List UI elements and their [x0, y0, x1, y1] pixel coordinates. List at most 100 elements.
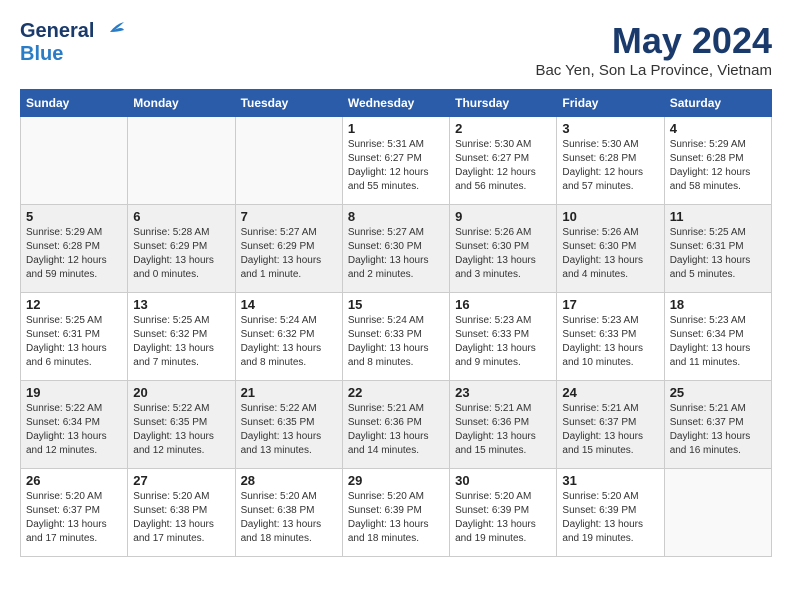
day-info: Sunrise: 5:26 AM Sunset: 6:30 PM Dayligh… [562, 226, 658, 282]
cell-week1-day2 [235, 117, 342, 205]
col-friday: Friday [557, 90, 664, 117]
cell-week2-day0: 5 Sunrise: 5:29 AM Sunset: 6:28 PM Daylig… [21, 205, 128, 293]
cell-week3-day0: 12 Sunrise: 5:25 AM Sunset: 6:31 PM Dayli… [21, 293, 128, 381]
day-number: 23 [455, 385, 551, 400]
cell-week4-day6: 25 Sunrise: 5:21 AM Sunset: 6:37 PM Dayli… [664, 381, 771, 469]
day-info: Sunrise: 5:22 AM Sunset: 6:35 PM Dayligh… [133, 402, 229, 458]
day-number: 16 [455, 297, 551, 312]
day-number: 8 [348, 209, 444, 224]
day-info: Sunrise: 5:21 AM Sunset: 6:37 PM Dayligh… [562, 402, 658, 458]
cell-week4-day3: 22Sunrise: 5:21 AM Sunset: 6:36 PM Dayli… [342, 381, 449, 469]
day-number: 5 [26, 209, 122, 224]
col-thursday: Thursday [450, 90, 557, 117]
day-info: Sunrise: 5:31 AM Sunset: 6:27 PM Dayligh… [348, 138, 444, 194]
day-number: 29 [348, 473, 444, 488]
cell-week5-day1: 27Sunrise: 5:20 AM Sunset: 6:38 PM Dayli… [128, 469, 235, 557]
day-info: Sunrise: 5:25 AM Sunset: 6:31 PM Dayligh… [26, 314, 122, 370]
cell-week2-day1: 6 Sunrise: 5:28 AM Sunset: 6:29 PM Daylig… [128, 205, 235, 293]
week-row-5: 26Sunrise: 5:20 AM Sunset: 6:37 PM Dayli… [21, 469, 772, 557]
day-info: Sunrise: 5:23 AM Sunset: 6:33 PM Dayligh… [455, 314, 551, 370]
col-monday: Monday [128, 90, 235, 117]
day-info: Sunrise: 5:20 AM Sunset: 6:39 PM Dayligh… [455, 490, 551, 546]
day-info: Sunrise: 5:21 AM Sunset: 6:36 PM Dayligh… [348, 402, 444, 458]
cell-week4-day4: 23 Sunrise: 5:21 AM Sunset: 6:36 PM Dayli… [450, 381, 557, 469]
cell-week4-day2: 21 Sunrise: 5:22 AM Sunset: 6:35 PM Dayli… [235, 381, 342, 469]
cell-week3-day3: 15 Sunrise: 5:24 AM Sunset: 6:33 PM Dayli… [342, 293, 449, 381]
cell-week1-day0 [21, 117, 128, 205]
day-number: 18 [670, 297, 766, 312]
cell-week3-day2: 14 Sunrise: 5:24 AM Sunset: 6:32 PM Dayli… [235, 293, 342, 381]
day-info: Sunrise: 5:20 AM Sunset: 6:38 PM Dayligh… [241, 490, 337, 546]
day-number: 31 [562, 473, 658, 488]
day-number: 26 [26, 473, 122, 488]
day-info: Sunrise: 5:24 AM Sunset: 6:32 PM Dayligh… [241, 314, 337, 370]
day-info: Sunrise: 5:22 AM Sunset: 6:35 PM Dayligh… [241, 402, 337, 458]
cell-week5-day3: 29 Sunrise: 5:20 AM Sunset: 6:39 PM Dayli… [342, 469, 449, 557]
week-row-2: 5 Sunrise: 5:29 AM Sunset: 6:28 PM Daylig… [21, 205, 772, 293]
cell-week1-day4: 2 Sunrise: 5:30 AM Sunset: 6:27 PM Daylig… [450, 117, 557, 205]
day-number: 11 [670, 209, 766, 224]
day-info: Sunrise: 5:20 AM Sunset: 6:39 PM Dayligh… [348, 490, 444, 546]
col-saturday: Saturday [664, 90, 771, 117]
day-number: 7 [241, 209, 337, 224]
day-info: Sunrise: 5:23 AM Sunset: 6:33 PM Dayligh… [562, 314, 658, 370]
cell-week1-day6: 4Sunrise: 5:29 AM Sunset: 6:28 PM Daylig… [664, 117, 771, 205]
day-number: 17 [562, 297, 658, 312]
day-info: Sunrise: 5:23 AM Sunset: 6:34 PM Dayligh… [670, 314, 766, 370]
cell-week2-day6: 11 Sunrise: 5:25 AM Sunset: 6:31 PM Dayli… [664, 205, 771, 293]
cell-week5-day0: 26Sunrise: 5:20 AM Sunset: 6:37 PM Dayli… [21, 469, 128, 557]
day-info: Sunrise: 5:20 AM Sunset: 6:39 PM Dayligh… [562, 490, 658, 546]
col-tuesday: Tuesday [235, 90, 342, 117]
day-number: 30 [455, 473, 551, 488]
day-info: Sunrise: 5:22 AM Sunset: 6:34 PM Dayligh… [26, 402, 122, 458]
day-number: 21 [241, 385, 337, 400]
day-info: Sunrise: 5:25 AM Sunset: 6:31 PM Dayligh… [670, 226, 766, 282]
day-number: 20 [133, 385, 229, 400]
day-number: 19 [26, 385, 122, 400]
cell-week2-day4: 9Sunrise: 5:26 AM Sunset: 6:30 PM Daylig… [450, 205, 557, 293]
day-number: 2 [455, 121, 551, 136]
day-number: 3 [562, 121, 658, 136]
day-number: 14 [241, 297, 337, 312]
cell-week5-day5: 31 Sunrise: 5:20 AM Sunset: 6:39 PM Dayli… [557, 469, 664, 557]
col-wednesday: Wednesday [342, 90, 449, 117]
cell-week4-day0: 19 Sunrise: 5:22 AM Sunset: 6:34 PM Dayli… [21, 381, 128, 469]
month-title: May 2024 [535, 20, 772, 62]
location: Bac Yen, Son La Province, Vietnam [535, 62, 772, 79]
day-number: 25 [670, 385, 766, 400]
cell-week3-day4: 16 Sunrise: 5:23 AM Sunset: 6:33 PM Dayli… [450, 293, 557, 381]
cell-week3-day5: 17 Sunrise: 5:23 AM Sunset: 6:33 PM Dayli… [557, 293, 664, 381]
week-row-3: 12 Sunrise: 5:25 AM Sunset: 6:31 PM Dayli… [21, 293, 772, 381]
day-number: 12 [26, 297, 122, 312]
day-info: Sunrise: 5:26 AM Sunset: 6:30 PM Dayligh… [455, 226, 551, 282]
logo-bird-icon [96, 22, 124, 42]
week-row-1: 1 Sunrise: 5:31 AM Sunset: 6:27 PM Daylig… [21, 117, 772, 205]
logo: General Blue [20, 20, 124, 66]
day-info: Sunrise: 5:25 AM Sunset: 6:32 PM Dayligh… [133, 314, 229, 370]
day-info: Sunrise: 5:29 AM Sunset: 6:28 PM Dayligh… [26, 226, 122, 282]
cell-week4-day1: 20 Sunrise: 5:22 AM Sunset: 6:35 PM Dayli… [128, 381, 235, 469]
calendar-header-row: Sunday Monday Tuesday Wednesday Thursday… [21, 90, 772, 117]
day-info: Sunrise: 5:21 AM Sunset: 6:37 PM Dayligh… [670, 402, 766, 458]
col-sunday: Sunday [21, 90, 128, 117]
day-number: 27 [133, 473, 229, 488]
day-number: 1 [348, 121, 444, 136]
cell-week2-day5: 10 Sunrise: 5:26 AM Sunset: 6:30 PM Dayli… [557, 205, 664, 293]
day-number: 10 [562, 209, 658, 224]
calendar-table: Sunday Monday Tuesday Wednesday Thursday… [20, 89, 772, 557]
day-number: 4 [670, 121, 766, 136]
title-area: May 2024 Bac Yen, Son La Province, Vietn… [535, 20, 772, 79]
cell-week1-day5: 3Sunrise: 5:30 AM Sunset: 6:28 PM Daylig… [557, 117, 664, 205]
day-info: Sunrise: 5:24 AM Sunset: 6:33 PM Dayligh… [348, 314, 444, 370]
day-info: Sunrise: 5:21 AM Sunset: 6:36 PM Dayligh… [455, 402, 551, 458]
day-info: Sunrise: 5:28 AM Sunset: 6:29 PM Dayligh… [133, 226, 229, 282]
day-number: 15 [348, 297, 444, 312]
logo-general: General [20, 20, 94, 43]
cell-week3-day1: 13Sunrise: 5:25 AM Sunset: 6:32 PM Dayli… [128, 293, 235, 381]
day-number: 28 [241, 473, 337, 488]
day-info: Sunrise: 5:30 AM Sunset: 6:27 PM Dayligh… [455, 138, 551, 194]
cell-week1-day3: 1 Sunrise: 5:31 AM Sunset: 6:27 PM Daylig… [342, 117, 449, 205]
cell-week5-day4: 30 Sunrise: 5:20 AM Sunset: 6:39 PM Dayli… [450, 469, 557, 557]
day-number: 6 [133, 209, 229, 224]
logo-blue: Blue [20, 43, 63, 65]
